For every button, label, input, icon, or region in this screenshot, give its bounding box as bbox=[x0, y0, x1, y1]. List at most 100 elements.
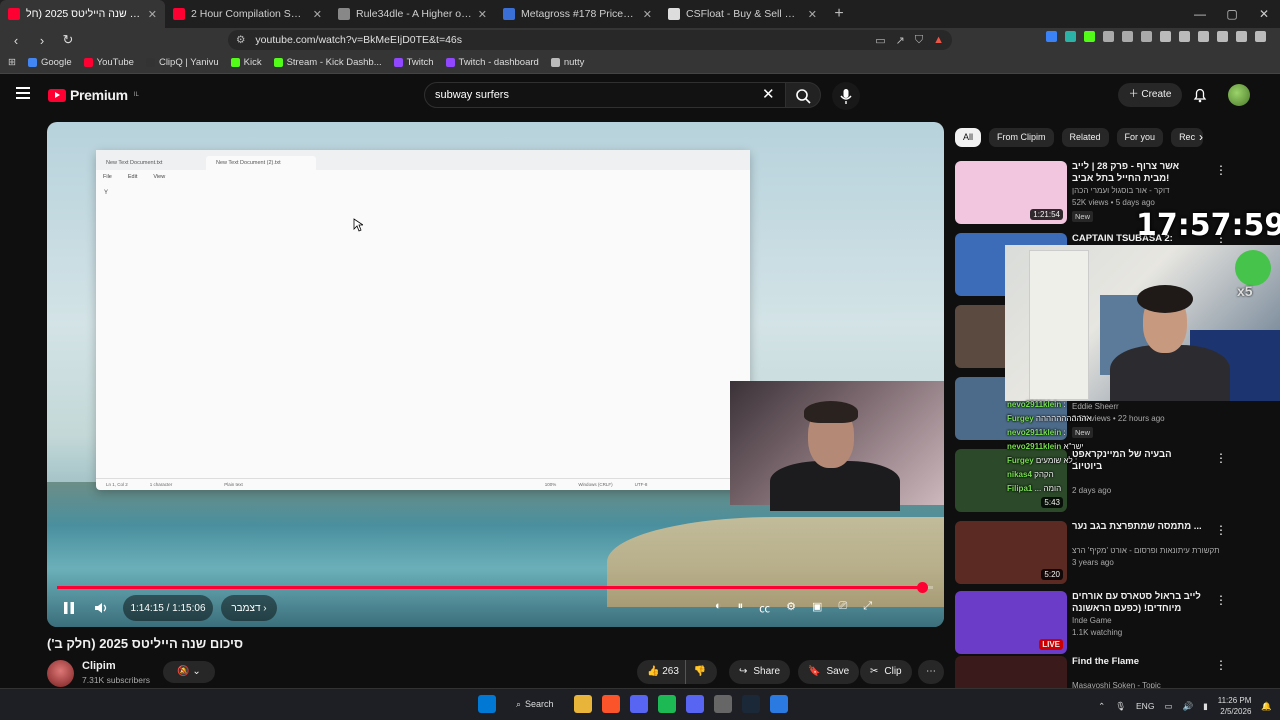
notifications-bell-icon[interactable] bbox=[1192, 87, 1208, 103]
recommendation-title[interactable]: לייב בראול סטארס עם אורחים מיוחדים! (כפע… bbox=[1072, 591, 1202, 615]
extension-icon[interactable] bbox=[1084, 31, 1095, 42]
tray-volume-icon[interactable]: 🔊 bbox=[1182, 701, 1193, 712]
more-options-icon[interactable]: ⋮ bbox=[1215, 451, 1227, 465]
volume-button[interactable] bbox=[89, 595, 115, 621]
clip-button[interactable]: ✂ Clip bbox=[860, 660, 912, 684]
taskbar-search[interactable]: ⌕ Search bbox=[506, 699, 564, 710]
tab-close-icon[interactable]: ✕ bbox=[313, 8, 322, 21]
browser-tab[interactable]: Metagross #178 Prices | Pokemon Ta ✕ bbox=[495, 0, 660, 28]
maximize-button[interactable]: ▢ bbox=[1216, 0, 1248, 28]
browser-tab[interactable]: Rule34dle - A Higher or Lower G ✕ bbox=[330, 0, 495, 28]
screen-icon[interactable]: ▭ bbox=[875, 34, 885, 47]
browser-tab[interactable]: CSFloat - Buy & Sell CS2 Skins on th ✕ bbox=[660, 0, 825, 28]
extension-icon[interactable] bbox=[1065, 31, 1076, 42]
subscribed-button[interactable]: 🔕 ⌄ bbox=[163, 661, 215, 683]
input-language[interactable]: ENG bbox=[1136, 701, 1154, 711]
tray-chevron-icon[interactable]: ⌃ bbox=[1098, 701, 1105, 712]
more-options-icon[interactable]: ⋮ bbox=[1215, 163, 1227, 177]
fullscreen-icon[interactable]: ⤢ bbox=[863, 600, 872, 616]
site-info-icon[interactable]: ⚙ bbox=[236, 34, 245, 46]
recommendation-title[interactable]: אשר צרוף - פרק 28 | לייב מבית החייל בתל … bbox=[1072, 161, 1202, 185]
recommendation-thumbnail[interactable]: 5:20 bbox=[955, 521, 1067, 584]
taskbar-app-icon[interactable] bbox=[657, 695, 676, 713]
new-tab-button[interactable]: + bbox=[825, 5, 853, 23]
tray-battery-icon[interactable]: ▮ bbox=[1203, 701, 1208, 712]
recommendation-item[interactable]: LIVE לייב בראול סטארס עם אורחים מיוחדים! … bbox=[955, 591, 1255, 655]
filter-chip[interactable]: For you bbox=[1116, 128, 1164, 147]
taskbar-app-icon[interactable] bbox=[769, 695, 788, 713]
chips-next-icon[interactable]: › bbox=[1199, 130, 1203, 144]
taskbar-app-icon[interactable] bbox=[741, 695, 760, 713]
more-options-icon[interactable]: ⋮ bbox=[1215, 593, 1227, 607]
extension-icon[interactable] bbox=[1046, 31, 1057, 42]
tab-close-icon[interactable]: ✕ bbox=[808, 8, 817, 21]
taskbar-clock[interactable]: 11:26 PM 2/5/2026 bbox=[1218, 695, 1252, 717]
taskbar-app-icon[interactable] bbox=[601, 695, 620, 713]
close-window-button[interactable]: ✕ bbox=[1248, 0, 1280, 28]
video-player[interactable]: New Text Document.txt New Text Document … bbox=[47, 122, 944, 627]
bookmark-item[interactable]: Google bbox=[27, 57, 72, 68]
download-icon[interactable] bbox=[1217, 31, 1228, 42]
recommendation-channel[interactable]: דוקר - אור בוסגול ועמרי הכהן bbox=[1072, 186, 1169, 195]
browser-tab[interactable]: סיכום שנה הייליטס 2025 (חל ✕ bbox=[0, 0, 165, 28]
extension-icon[interactable] bbox=[1141, 31, 1152, 42]
share-button[interactable]: ↪ Share bbox=[729, 660, 791, 684]
vpn-icon[interactable] bbox=[1236, 31, 1247, 42]
hamburger-menu-icon[interactable] bbox=[16, 87, 30, 99]
tab-close-icon[interactable]: ✕ bbox=[478, 8, 487, 21]
bookmark-item[interactable]: nutty bbox=[550, 57, 584, 68]
extension-icon[interactable] bbox=[1103, 31, 1114, 42]
taskbar-app-icon[interactable] bbox=[685, 695, 704, 713]
minimize-button[interactable]: — bbox=[1184, 0, 1216, 28]
settings-gear-icon[interactable]: ⚙ bbox=[786, 600, 796, 616]
tab-close-icon[interactable]: ✕ bbox=[148, 8, 157, 21]
music-icon[interactable] bbox=[1160, 31, 1171, 42]
more-actions-button[interactable]: ⋯ bbox=[918, 660, 944, 684]
cast-icon[interactable]: ⎚ bbox=[838, 600, 847, 616]
warning-icon[interactable]: ▲ bbox=[933, 34, 944, 47]
taskbar-app-icon[interactable] bbox=[629, 695, 648, 713]
wallet-icon[interactable] bbox=[1198, 31, 1209, 42]
bookmark-item[interactable]: Stream - Kick Dashb... bbox=[273, 57, 382, 68]
save-button[interactable]: 🔖 Save bbox=[798, 660, 860, 684]
miniplayer-icon[interactable]: ▣ bbox=[812, 600, 822, 616]
recommendation-channel[interactable]: תקשורת עיתונאות ופרסום - אורט 'מקיף' הרצ bbox=[1072, 546, 1220, 555]
shield-icon[interactable]: ⛉ bbox=[915, 34, 923, 47]
reload-icon[interactable]: ↻ bbox=[58, 32, 78, 48]
notifications-icon[interactable]: 🔔 bbox=[1261, 701, 1272, 712]
taskbar-app-icon[interactable] bbox=[713, 695, 732, 713]
recommendation-channel[interactable]: Inde Game bbox=[1072, 616, 1112, 625]
menu-icon[interactable] bbox=[1255, 31, 1266, 42]
puzzle-icon[interactable] bbox=[1122, 31, 1133, 42]
youtube-logo[interactable]: Premium IL bbox=[48, 87, 139, 103]
more-options-icon[interactable]: ⋮ bbox=[1215, 658, 1227, 672]
clear-search-icon[interactable]: ✕ bbox=[762, 85, 775, 103]
recommendation-title[interactable]: Find the Flame bbox=[1072, 656, 1202, 668]
bookmark-item[interactable]: Kick bbox=[230, 57, 262, 68]
filter-chip[interactable]: Related bbox=[1061, 128, 1109, 147]
pause-button[interactable] bbox=[57, 595, 81, 621]
recommendation-item[interactable]: 5:20 מתמסה שמתפרצת בגב נער ... תקשורת עיתו… bbox=[955, 521, 1255, 585]
pause-toggle-icon[interactable]: ⏸ bbox=[738, 600, 744, 616]
filter-chip[interactable]: From Clipim bbox=[989, 128, 1054, 147]
recommendation-title[interactable]: מתמסה שמתפרצת בגב נער ... bbox=[1072, 521, 1202, 533]
back-icon[interactable]: ‹ bbox=[6, 33, 26, 48]
browser-tab[interactable]: 2 Hour Compilation Subway Surfers ✕ bbox=[165, 0, 330, 28]
dislike-button[interactable]: 👎 bbox=[684, 660, 706, 684]
progress-bar[interactable] bbox=[57, 582, 933, 593]
more-options-icon[interactable]: ⋮ bbox=[1215, 523, 1227, 537]
taskbar-app-icon[interactable] bbox=[573, 695, 592, 713]
sidebar-icon[interactable] bbox=[1179, 31, 1190, 42]
recommendation-thumbnail[interactable]: LIVE bbox=[955, 591, 1067, 654]
tray-mic-icon[interactable]: 🎙 bbox=[1115, 701, 1126, 712]
search-button[interactable] bbox=[785, 82, 821, 108]
bookmark-item[interactable]: Twitch bbox=[393, 57, 434, 68]
tab-close-icon[interactable]: ✕ bbox=[643, 8, 652, 21]
filter-chip[interactable]: All bbox=[955, 128, 982, 147]
voice-search-button[interactable] bbox=[832, 82, 860, 110]
create-button[interactable]: ＋ Create bbox=[1118, 83, 1182, 107]
apps-grid-icon[interactable]: ⊞ bbox=[8, 57, 16, 68]
forward-icon[interactable]: › bbox=[32, 33, 52, 48]
start-icon[interactable] bbox=[478, 695, 496, 713]
bookmark-item[interactable]: YouTube bbox=[83, 57, 134, 68]
